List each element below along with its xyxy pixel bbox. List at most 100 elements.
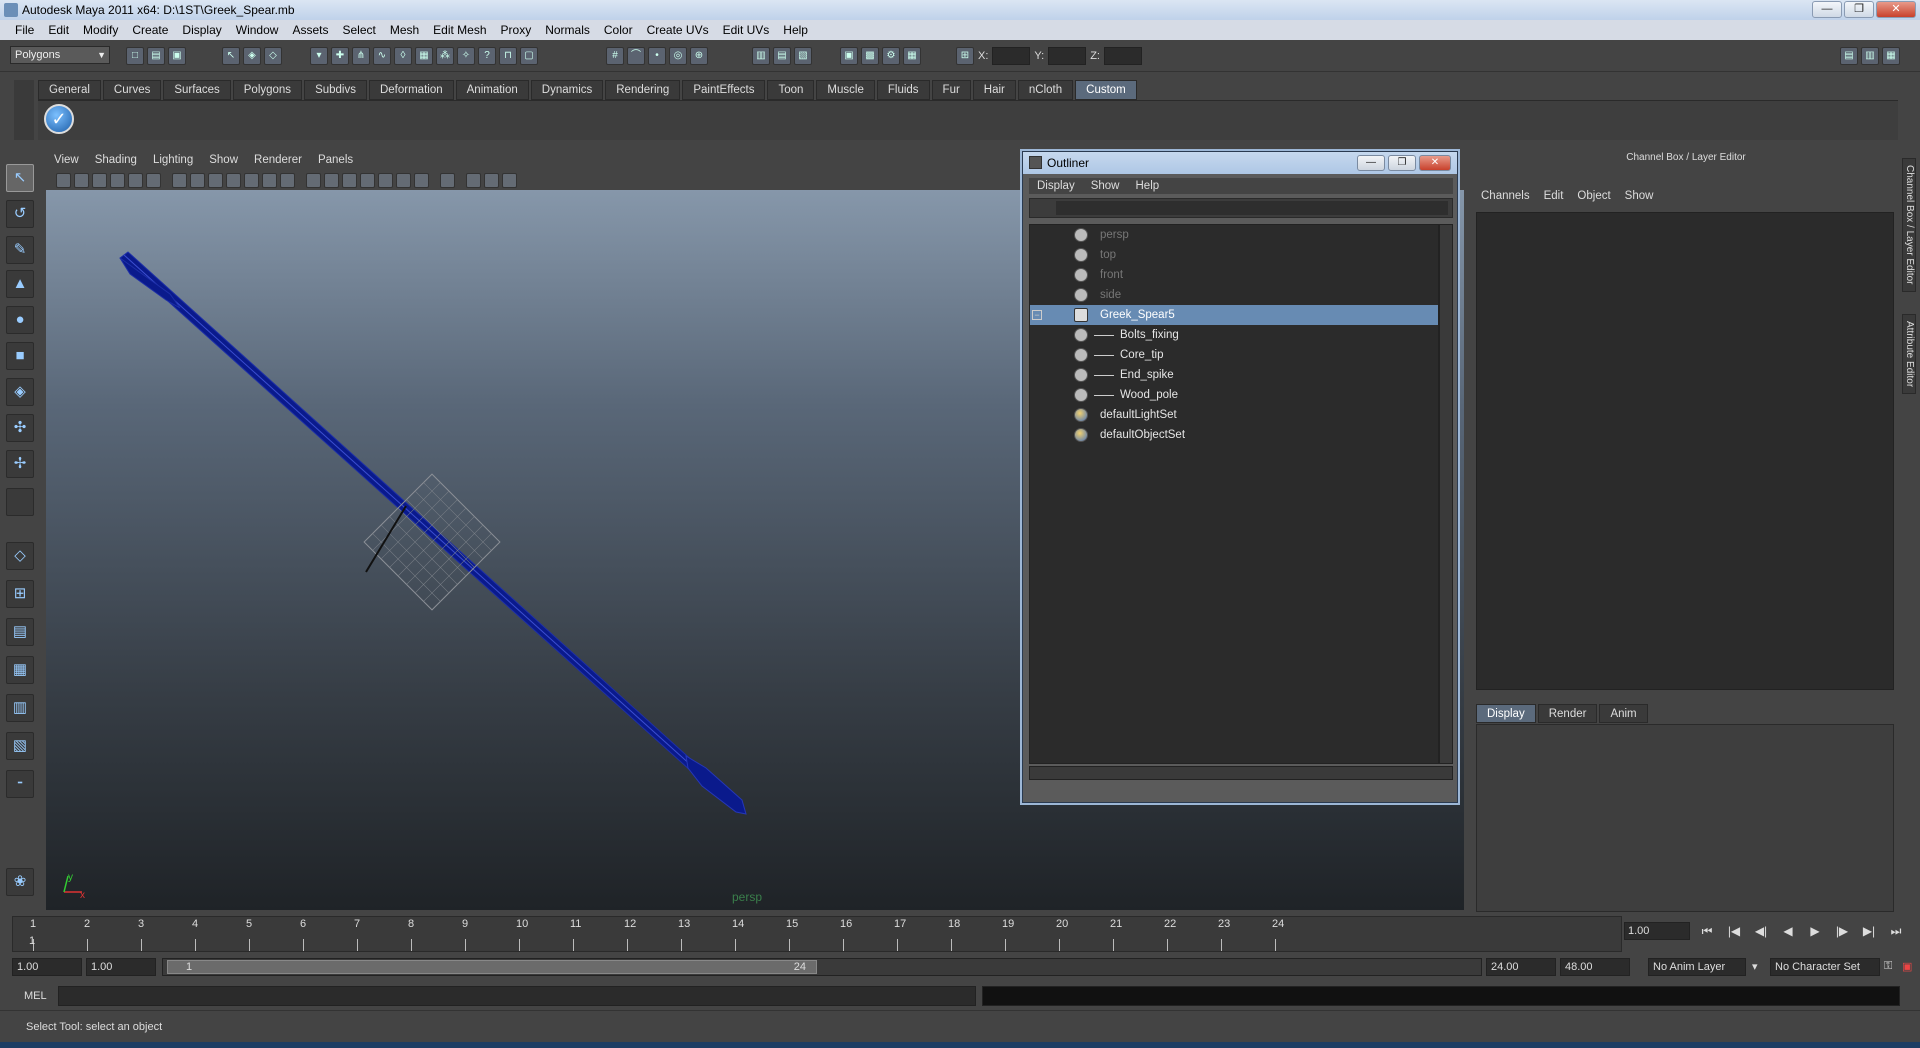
resolution-gate-icon[interactable] [208,172,223,188]
two-d-pan-icon[interactable] [128,172,143,188]
command-input[interactable] [58,986,976,1006]
range-slider-handle[interactable]: 1 24 [167,960,817,974]
last-tool-icon[interactable] [6,488,34,516]
x-field[interactable] [992,47,1031,65]
viewport-menu-view[interactable]: View [46,154,87,166]
command-language-label[interactable]: MEL [24,990,47,1002]
film-gate-icon[interactable] [190,172,205,188]
use-all-lights-icon[interactable] [378,172,393,188]
select-tool-icon[interactable]: ↖ [6,164,34,192]
ipr-icon[interactable]: ▧ [794,47,812,65]
viewport-menu-show[interactable]: Show [201,154,246,166]
deformer-mask-icon[interactable]: ▦ [415,47,433,65]
snap-point-icon[interactable]: • [648,47,666,65]
menu-set-select[interactable]: Polygons ▼ [10,46,110,64]
scale-tool-icon[interactable]: ■ [6,342,34,370]
bookmarks-icon[interactable] [92,172,107,188]
play-forward-icon[interactable]: ▶ [1806,924,1824,938]
shelf-tab-deformation[interactable]: Deformation [368,80,454,100]
menu-window[interactable]: Window [229,23,286,37]
shelf-tab-hair[interactable]: Hair [972,80,1016,100]
side-tab-channel-box[interactable]: Channel Box / Layer Editor [1902,158,1916,292]
shadows-icon[interactable] [396,172,411,188]
xray-icon[interactable] [466,172,481,188]
outliner-title-bar[interactable]: Outliner — ❐ ✕ [1023,152,1457,174]
menu-proxy[interactable]: Proxy [494,23,539,37]
outliner-menu-help[interactable]: Help [1128,178,1168,194]
paint-effects-icon[interactable]: ❀ [6,868,34,896]
textured-icon[interactable] [360,172,375,188]
shelf-tab-painteffects[interactable]: PaintEffects [682,80,766,100]
y-field[interactable] [1048,47,1087,65]
show-manipulator-icon[interactable]: ✢ [6,450,34,478]
step-forward-key-icon[interactable]: ▶| [1860,924,1878,938]
snap-grid-icon[interactable]: # [606,47,624,65]
shelf-tab-dynamics[interactable]: Dynamics [530,80,604,100]
viewport-menu-renderer[interactable]: Renderer [246,154,310,166]
render-view-icon[interactable]: ▦ [903,47,921,65]
menu-color[interactable]: Color [597,23,640,37]
ipr-render-icon[interactable]: ▩ [861,47,879,65]
safe-title-icon[interactable] [280,172,295,188]
menu-select[interactable]: Select [335,23,382,37]
play-backward-icon[interactable]: ◀ [1779,924,1797,938]
outliner-horizontal-scrollbar[interactable] [1029,766,1453,780]
outliner-row-greek-spear5[interactable]: − Greek_Spear5 [1030,305,1438,325]
outliner-row-front[interactable]: front [1030,265,1438,285]
camera-select-icon[interactable] [56,172,71,188]
handle-mask-icon[interactable]: ✚ [331,47,349,65]
current-time-field[interactable]: 1.00 [1624,922,1690,940]
safe-action-icon[interactable] [262,172,277,188]
single-pane-layout-icon[interactable]: ◇ [6,542,34,570]
menu-display[interactable]: Display [175,23,228,37]
shelf-tab-fur[interactable]: Fur [931,80,971,100]
wireframe-icon[interactable] [306,172,321,188]
viewport-menu-shading[interactable]: Shading [87,154,145,166]
outliner-row-default-object-set[interactable]: defaultObjectSet [1030,425,1438,445]
menu-help[interactable]: Help [776,23,815,37]
close-button[interactable]: ✕ [1876,1,1916,18]
open-scene-icon[interactable]: ▤ [147,47,165,65]
step-back-frame-icon[interactable]: ◀| [1752,924,1770,938]
chevron-down-icon[interactable]: ▾ [1752,960,1758,973]
outliner-row-side[interactable]: side [1030,285,1438,305]
graph-icon[interactable]: ▤ [773,47,791,65]
outliner-row-persp[interactable]: persp [1030,225,1438,245]
current-frame-marker[interactable]: 1 [29,935,35,947]
gate-mask-icon[interactable] [226,172,241,188]
input-mode-icon[interactable]: ⊞ [956,47,974,65]
highlight-selection-icon[interactable]: ▢ [520,47,538,65]
render-settings-icon[interactable]: ⚙ [882,47,900,65]
time-slider[interactable]: 1 2 3 4 5 6 7 8 9 10 11 12 13 14 15 16 17 18 19 20 21 22 23 24 1 [12,916,1622,952]
lasso-tool-icon[interactable]: ↺ [6,200,34,228]
grid-icon[interactable] [172,172,187,188]
misc-mask-icon[interactable]: ? [478,47,496,65]
collapse-icon[interactable]: ⁃ [6,770,34,798]
paint-select-tool-icon[interactable]: ✎ [6,236,34,264]
shelf-tab-surfaces[interactable]: Surfaces [163,80,231,100]
render-frame-icon[interactable]: ▣ [840,47,858,65]
menu-edit-uvs[interactable]: Edit UVs [716,23,777,37]
image-plane-icon[interactable] [110,172,125,188]
make-live-icon[interactable]: ⊕ [690,47,708,65]
snap-view-plane-icon[interactable]: ◎ [669,47,687,65]
side-tab-attribute-editor[interactable]: Attribute Editor [1902,314,1916,394]
shelf-tab-curves[interactable]: Curves [102,80,162,100]
channel-box-menu-show[interactable]: Show [1618,190,1661,206]
grease-pencil-icon[interactable] [146,172,161,188]
surface-mask-icon[interactable]: ◊ [394,47,412,65]
go-to-end-icon[interactable]: ⏭ [1887,924,1905,938]
key-icon[interactable]: ⚿ [1884,960,1892,973]
menu-file[interactable]: File [8,23,41,37]
viewport-menu-panels[interactable]: Panels [310,154,361,166]
shelf-tab-general[interactable]: General [38,80,101,100]
animation-end-field[interactable]: 48.00 [1560,958,1630,976]
history-icon[interactable]: ▥ [752,47,770,65]
smooth-shade-icon[interactable] [324,172,339,188]
new-scene-icon[interactable]: □ [126,47,144,65]
attribute-editor-toggle-icon[interactable]: ▤ [1840,47,1858,65]
layer-tab-anim[interactable]: Anim [1599,704,1648,723]
curve-mask-icon[interactable]: ∿ [373,47,391,65]
camera-attributes-icon[interactable] [74,172,89,188]
outliner-filter-input[interactable] [1056,201,1448,215]
